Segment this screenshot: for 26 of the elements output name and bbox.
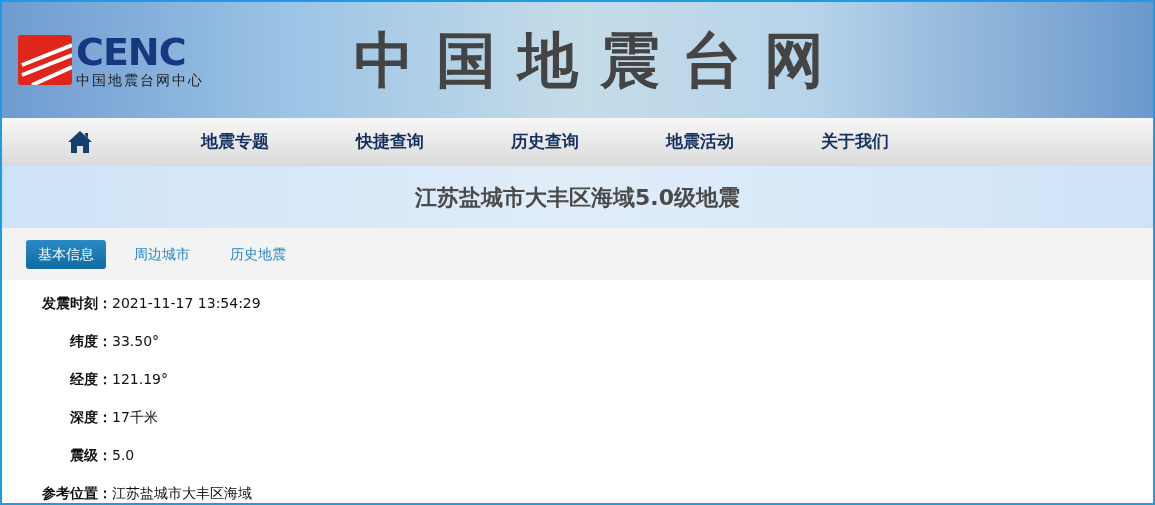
field-label: 经度： [69,369,112,389]
home-icon [66,130,93,154]
nav-link[interactable]: 地震活动 [622,129,777,155]
site-title: 中国地震台网 [354,24,846,97]
field-value: 5.0 [112,445,135,465]
field-label: 参考位置： [41,483,112,503]
tab[interactable]: 周边城市 [122,239,202,269]
field-label: 深度： [69,407,112,427]
page-title: 江苏盐城市大丰区海域5.0级地震 [415,183,740,212]
tab[interactable]: 历史地震 [218,239,298,269]
nav-link[interactable]: 地震专题 [157,129,312,155]
field-value: 17千米 [112,407,158,427]
logo-text: CENC [76,33,186,71]
logo-icon [18,35,72,85]
field-label: 纬度： [69,331,112,351]
field-value: 2021-11-17 13:54:29 [112,293,261,313]
field-value: 江苏盐城市大丰区海域 [112,483,252,503]
field-value: 33.50° [112,331,160,351]
nav-link[interactable]: 历史查询 [467,129,622,155]
nav-link[interactable]: 快捷查询 [312,129,467,155]
nav-link[interactable]: 关于我们 [777,129,932,155]
field-label: 发震时刻： [41,293,112,313]
field-label: 震级： [69,445,112,465]
logo-subtitle: 中国地震台网中心 [76,73,204,87]
tab[interactable]: 基本信息 [26,239,106,269]
field-value: 121.19° [112,369,168,389]
